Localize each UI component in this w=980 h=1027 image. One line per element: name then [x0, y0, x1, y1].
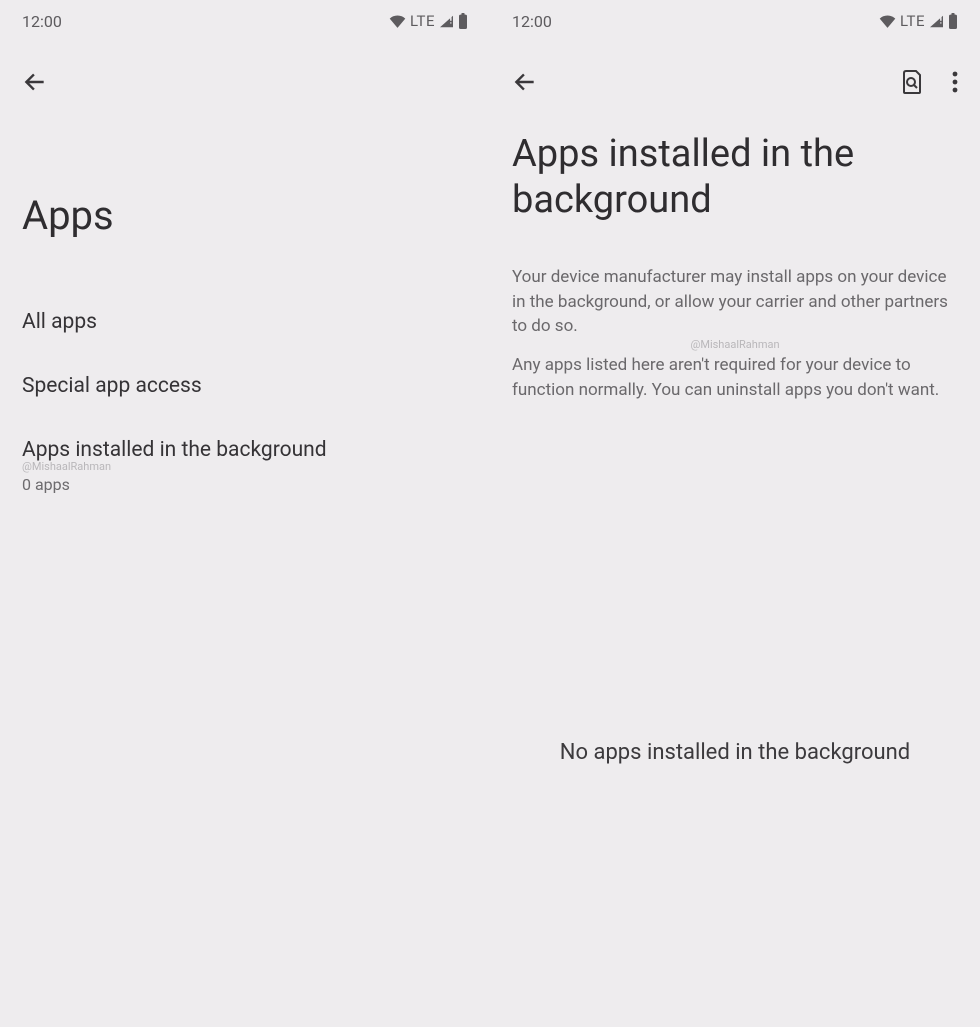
phone-left: 12:00 LTE Apps All apps Special app ac [0, 0, 490, 1027]
list-item-title: All apps [22, 310, 468, 334]
network-label: LTE [410, 12, 435, 30]
list-item-bg-installed[interactable]: Apps installed in the background @Mishaa… [22, 418, 468, 514]
signal-icon [929, 15, 944, 28]
network-label: LTE [900, 12, 925, 30]
status-time: 12:00 [512, 12, 552, 31]
list-item-all-apps[interactable]: All apps [22, 290, 468, 354]
status-icons: LTE [389, 12, 468, 30]
status-icons: LTE [879, 12, 958, 30]
list-item-special-access[interactable]: Special app access [22, 354, 468, 418]
list-item-title: Special app access [22, 374, 468, 398]
empty-state-message: No apps installed in the background [490, 740, 980, 765]
description: Your device manufacturer may install app… [512, 265, 958, 402]
page-title: Apps installed in the background [512, 132, 958, 223]
description-p1: Your device manufacturer may install app… [512, 265, 958, 339]
status-bar: 12:00 LTE [512, 0, 958, 34]
wifi-icon [879, 15, 896, 28]
battery-icon [458, 13, 468, 29]
page-title: Apps [22, 192, 468, 240]
list-item-title: Apps installed in the background [22, 438, 468, 462]
app-bar [512, 52, 958, 112]
status-bar: 12:00 LTE [22, 0, 468, 34]
more-vert-icon[interactable] [952, 71, 958, 93]
wifi-icon [389, 15, 406, 28]
settings-list: All apps Special app access Apps install… [22, 290, 468, 514]
watermark: @MishaalRahman [512, 337, 958, 353]
battery-icon [948, 13, 958, 29]
description-p2: Any apps listed here aren't required for… [512, 353, 958, 402]
signal-icon [439, 15, 454, 28]
phone-right: 12:00 LTE App [490, 0, 980, 1027]
search-page-icon[interactable] [900, 69, 924, 95]
status-time: 12:00 [22, 12, 62, 31]
app-bar [22, 52, 468, 112]
list-item-subtitle: 0 apps [22, 475, 468, 494]
back-arrow-icon[interactable] [512, 69, 538, 95]
back-arrow-icon[interactable] [22, 69, 48, 95]
